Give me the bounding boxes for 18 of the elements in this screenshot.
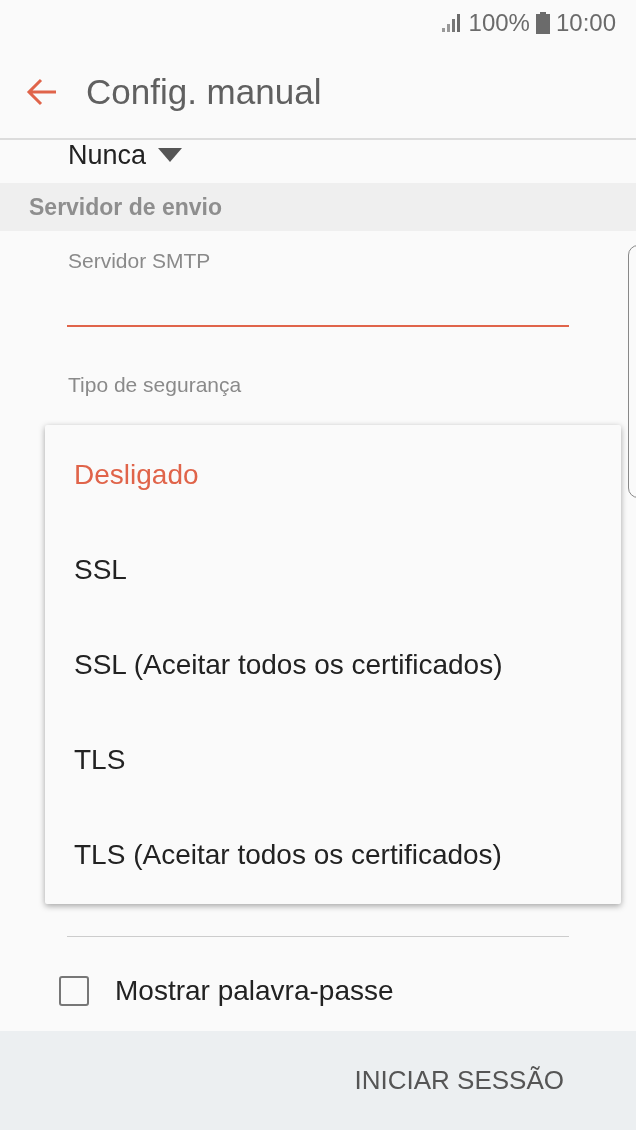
clock: 10:00	[555, 8, 616, 37]
dropdown-caret-icon[interactable]	[158, 148, 183, 162]
field-label: Servidor SMTP	[68, 249, 212, 273]
checkbox-label[interactable]: Mostrar palavra-passe	[115, 975, 394, 1007]
back-arrow-icon[interactable]	[26, 77, 58, 106]
dropdown-value[interactable]: Nunca	[68, 140, 147, 171]
menu-item[interactable]: SSL (Aceitar todos os certificados)	[45, 617, 621, 712]
sign-in-button[interactable]: INICIAR SESSÃO	[354, 1057, 564, 1104]
signal-icon	[440, 12, 463, 33]
menu-item[interactable]: SSL	[45, 522, 621, 617]
screen-title: Config. manual	[86, 71, 322, 112]
checkbox[interactable]	[59, 976, 89, 1006]
field-label: Tipo de segurança	[68, 373, 243, 397]
menu-item[interactable]: TLS	[45, 712, 621, 807]
section-header: Servidor de envio	[0, 183, 636, 231]
battery-percent: 100%	[468, 8, 530, 37]
battery-icon	[535, 11, 550, 34]
menu-item[interactable]: TLS (Aceitar todos os certificados)	[45, 807, 621, 902]
